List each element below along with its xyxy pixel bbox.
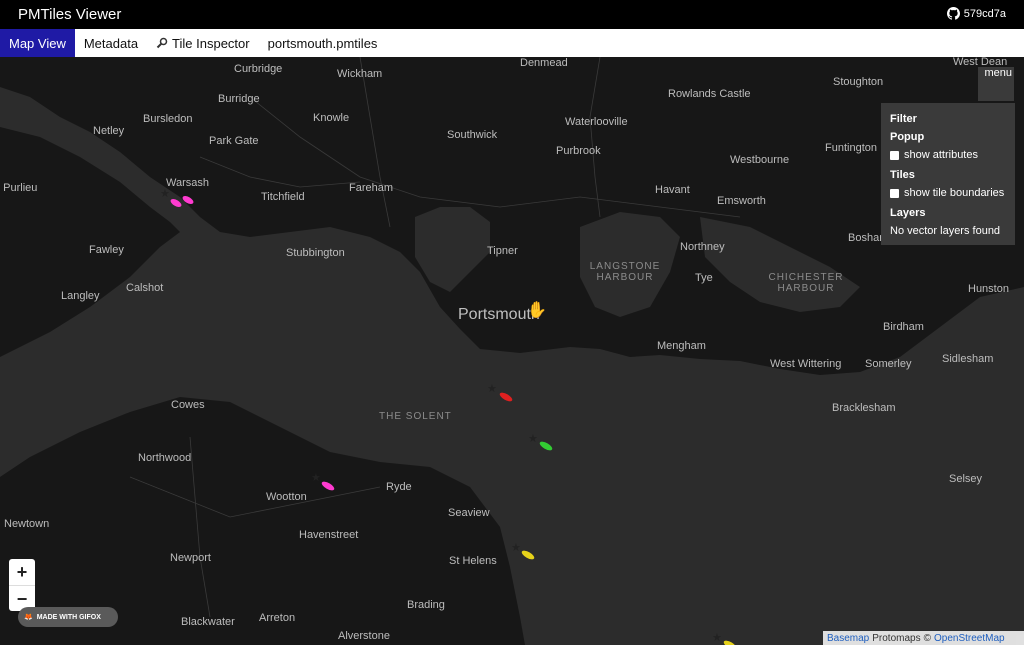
vessel-marker bbox=[182, 196, 194, 204]
tab-metadata[interactable]: Metadata bbox=[75, 29, 147, 57]
github-link[interactable]: 579cd7a bbox=[946, 7, 1006, 20]
vessel-marker: ★ bbox=[511, 542, 535, 560]
app-title: PMTiles Viewer bbox=[18, 6, 122, 23]
vessel-layer: ★ ★ ★ ★ ★ ★ bbox=[160, 188, 737, 645]
app-header: PMTiles Viewer 579cd7a bbox=[0, 0, 1024, 29]
filter-heading: Filter bbox=[890, 113, 917, 125]
filter-panel: Filter Popup show attributes Tiles show … bbox=[881, 103, 1015, 245]
popup-heading: Popup bbox=[890, 131, 925, 143]
zoom-control: + − bbox=[9, 559, 35, 611]
show-attributes-toggle[interactable]: show attributes bbox=[890, 149, 1006, 161]
svg-text:★: ★ bbox=[511, 542, 521, 554]
checkbox[interactable] bbox=[890, 188, 899, 198]
commit-label: 579cd7a bbox=[963, 7, 1006, 20]
vessel-marker: ★ bbox=[712, 632, 737, 645]
tab-file-name[interactable]: portsmouth.pmtiles bbox=[259, 29, 387, 57]
tiles-heading: Tiles bbox=[890, 169, 915, 181]
zoom-in-button[interactable]: + bbox=[9, 559, 35, 585]
svg-text:★: ★ bbox=[160, 188, 170, 200]
vessel-marker: ★ bbox=[311, 472, 335, 491]
gifox-label: MADE WITH GIFOX bbox=[36, 613, 101, 621]
menu-button[interactable]: menu bbox=[978, 67, 1014, 101]
vessel-marker: ★ bbox=[528, 433, 553, 451]
svg-text:★: ★ bbox=[311, 472, 321, 484]
svg-text:★: ★ bbox=[712, 632, 722, 644]
fox-icon: 🦊 bbox=[24, 614, 33, 621]
map-attribution: Basemap Protomaps © OpenStreetMap bbox=[823, 631, 1024, 645]
tab-tile-inspector[interactable]: Tile Inspector bbox=[147, 29, 259, 57]
show-tile-boundaries-toggle[interactable]: show tile boundaries bbox=[890, 187, 1006, 199]
tab-bar: Map View Metadata Tile Inspector portsmo… bbox=[0, 29, 1024, 57]
checkbox[interactable] bbox=[890, 150, 899, 160]
hand-cursor-icon: ✋ bbox=[527, 302, 547, 319]
tab-tile-inspector-label: Tile Inspector bbox=[172, 35, 250, 51]
layers-heading: Layers bbox=[890, 207, 926, 219]
layers-message: No vector layers found bbox=[890, 225, 1001, 237]
map-canvas[interactable]: Denmead West Dean Curbridge Wickham Stou… bbox=[0, 57, 1024, 645]
tab-map-view[interactable]: Map View bbox=[0, 29, 75, 57]
vessel-marker: ★ bbox=[160, 188, 182, 207]
search-icon bbox=[156, 37, 168, 49]
github-icon bbox=[946, 7, 960, 20]
copyright-label: © bbox=[923, 632, 931, 644]
osm-link[interactable]: OpenStreetMap bbox=[934, 633, 1005, 644]
basemap-link[interactable]: Basemap bbox=[827, 633, 869, 644]
protomaps-label: Protomaps bbox=[872, 632, 921, 644]
show-attributes-label: show attributes bbox=[904, 149, 978, 161]
gifox-badge: 🦊 MADE WITH GIFOX bbox=[18, 607, 118, 627]
show-tile-boundaries-label: show tile boundaries bbox=[904, 187, 1005, 199]
svg-text:★: ★ bbox=[487, 383, 497, 395]
svg-text:★: ★ bbox=[528, 433, 538, 445]
vessel-marker: ★ bbox=[487, 383, 513, 402]
